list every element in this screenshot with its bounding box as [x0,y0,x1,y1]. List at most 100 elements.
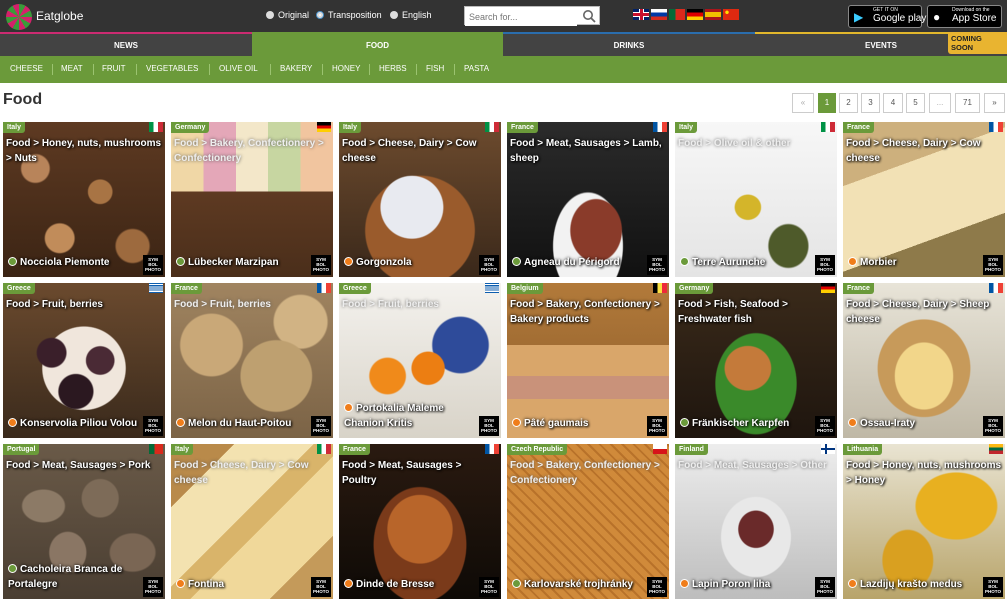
country-label[interactable]: Greece [3,283,35,294]
country-label[interactable]: Italy [171,444,194,455]
radio-transposition[interactable]: Transposition [316,10,382,20]
category-path[interactable]: Food > Olive oil & other [678,136,834,151]
product-card[interactable]: France Food > Meat, Sausages > Poultry Din… [339,444,501,599]
country-label[interactable]: France [843,122,874,133]
product-card[interactable]: Italy Food > Honey, nuts, mushrooms > Nut… [3,122,165,277]
pagination-prev[interactable]: « [792,93,814,113]
country-label[interactable]: Germany [171,122,210,133]
pagination-next[interactable]: » [984,93,1005,113]
category-path[interactable]: Food > Bakery, Confectionery > Confectio… [174,136,330,166]
category-path[interactable]: Food > Fruit, berries [342,297,498,312]
product-name[interactable]: Pâté gaumais [512,416,644,431]
country-label[interactable]: Belgium [507,283,543,294]
eatglobe-logo-icon[interactable] [6,4,32,30]
subnav-herbs[interactable]: HERBS [379,64,407,73]
country-label[interactable]: France [843,283,874,294]
es-flag-icon[interactable] [705,9,721,20]
product-card[interactable]: France Food > Meat, Sausages > Lamb, shee… [507,122,669,277]
product-name[interactable]: Lazdijų krašto medus [848,577,980,592]
country-label[interactable]: Lithuania [843,444,883,455]
product-card[interactable]: Lithuania Food > Honey, nuts, mushrooms >… [843,444,1005,599]
country-label[interactable]: France [507,122,538,133]
product-card[interactable]: Germany Food > Bakery, Confectionery > Co… [171,122,333,277]
product-name[interactable]: Morbier [848,255,980,270]
category-path[interactable]: Food > Bakery, Confectionery > Confectio… [510,458,666,488]
product-card[interactable]: Italy Food > Cheese, Dairy > Cow cheese Go… [339,122,501,277]
subnav-fruit[interactable]: FRUIT [102,64,126,73]
product-card[interactable]: Greece Food > Fruit, berries Konservolia P… [3,283,165,438]
category-path[interactable]: Food > Meat, Sausages > Pork [6,458,162,473]
pagination-page-3[interactable]: 3 [861,93,880,113]
ru-flag-icon[interactable] [651,9,667,20]
category-path[interactable]: Food > Cheese, Dairy > Cow cheese [846,136,1002,166]
product-card[interactable]: Portugal Food > Meat, Sausages > Pork Cach… [3,444,165,599]
country-label[interactable]: Italy [675,122,698,133]
product-card[interactable]: France Food > Cheese, Dairy > Cow cheese M… [843,122,1005,277]
category-path[interactable]: Food > Cheese, Dairy > Sheep cheese [846,297,1002,327]
subnav-honey[interactable]: HONEY [332,64,360,73]
subnav-fish[interactable]: FISH [426,64,444,73]
subnav-cheese[interactable]: CHEESE [10,64,43,73]
pagination-page-4[interactable]: 4 [883,93,903,113]
app-store-button[interactable]: ● Download on the App Store [927,5,1002,28]
category-path[interactable]: Food > Honey, nuts, mushrooms > Honey [846,458,1002,488]
country-label[interactable]: Italy [3,122,26,133]
product-card[interactable]: France Food > Cheese, Dairy > Sheep chees… [843,283,1005,438]
category-path[interactable]: Food > Bakery, Confectionery > Bakery pr… [510,297,666,327]
category-path[interactable]: Food > Fish, Seafood > Freshwater fish [678,297,834,327]
product-name[interactable]: Lübecker Marzipan [176,255,308,270]
product-card[interactable]: Italy Food > Cheese, Dairy > Cow cheese Fo… [171,444,333,599]
pagination-page-1[interactable]: 1 [818,93,836,113]
google-play-button[interactable]: ▶ GET IT ON Google play [848,5,926,28]
pt-flag-icon[interactable] [669,9,685,20]
product-name[interactable]: Gorgonzola [344,255,476,270]
de-flag-icon[interactable] [687,9,703,20]
gb-flag-icon[interactable] [633,9,649,20]
product-name[interactable]: Karlovarské trojhránky [512,577,644,592]
product-name[interactable]: Nocciola Piemonte [8,255,140,270]
country-label[interactable]: France [171,283,202,294]
product-name[interactable]: Agneau du Périgord [512,255,644,270]
category-path[interactable]: Food > Fruit, berries [174,297,330,312]
pagination-page-2[interactable]: 2 [839,93,858,113]
product-name[interactable]: Konservolia Piliou Volou [8,416,140,431]
country-label[interactable]: Portugal [3,444,40,455]
subnav-meat[interactable]: MEAT [61,64,83,73]
category-path[interactable]: Food > Fruit, berries [6,297,162,312]
product-name[interactable]: Portokalia Maleme Chanion Kritis [344,401,476,431]
category-path[interactable]: Food > Cheese, Dairy > Cow cheese [342,136,498,166]
category-path[interactable]: Food > Cheese, Dairy > Cow cheese [174,458,330,488]
country-label[interactable]: Germany [675,283,714,294]
country-label[interactable]: Greece [339,283,371,294]
product-card[interactable]: Italy Food > Olive oil & other Terre Aurun… [675,122,837,277]
tab-news[interactable]: NEWS [0,32,252,56]
country-label[interactable]: France [339,444,370,455]
brand-name[interactable]: Eatglobe [36,9,83,23]
cn-flag-icon[interactable] [723,9,739,20]
product-name[interactable]: Dinde de Bresse [344,577,476,592]
product-name[interactable]: Fränkischer Karpfen [680,416,812,431]
radio-original[interactable]: Original [266,10,309,20]
product-name[interactable]: Fontina [176,577,308,592]
product-name[interactable]: Melon du Haut-Poitou [176,416,308,431]
subnav-vegetables[interactable]: VEGETABLES [146,64,198,73]
pagination-page-5[interactable]: 5 [906,93,925,113]
category-path[interactable]: Food > Meat, Sausages > Other [678,458,834,473]
subnav-olive-oil[interactable]: OLIVE OIL [219,64,258,73]
product-card[interactable]: Greece Food > Fruit, berries Portokalia Ma… [339,283,501,438]
country-label[interactable]: Czech Republic [507,444,568,455]
product-card[interactable]: Germany Food > Fish, Seafood > Freshwater… [675,283,837,438]
product-card[interactable]: France Food > Fruit, berries Melon du Haut… [171,283,333,438]
category-path[interactable]: Food > Meat, Sausages > Poultry [342,458,498,488]
search-icon[interactable] [582,9,596,23]
radio-english[interactable]: English [390,10,432,20]
tab-food[interactable]: FOOD [252,32,503,56]
subnav-pasta[interactable]: PASTA [464,64,489,73]
search-input[interactable] [465,8,577,26]
tab-drinks[interactable]: DRINKS [503,32,755,56]
category-path[interactable]: Food > Meat, Sausages > Lamb, sheep [510,136,666,166]
subnav-bakery[interactable]: BAKERY [280,64,312,73]
pagination-page-last[interactable]: 71 [955,93,980,113]
country-label[interactable]: Italy [339,122,362,133]
product-name[interactable]: Lapin Poron liha [680,577,812,592]
